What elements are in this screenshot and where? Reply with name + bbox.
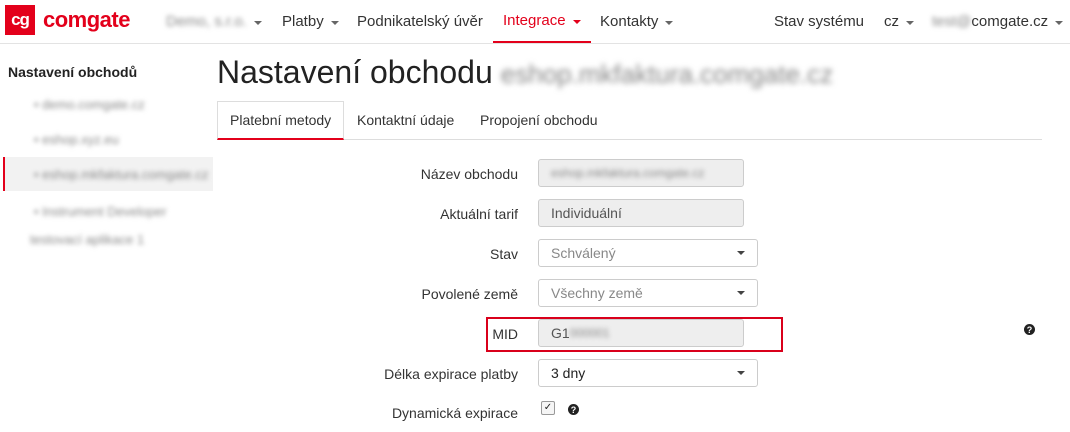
nav-platby[interactable]: Platby: [282, 0, 339, 43]
sidebar-active-indicator: [3, 157, 5, 191]
sidebar-item-shop-2[interactable]: • eshop.xyz.eu: [34, 132, 119, 147]
user-domain: comgate.cz: [971, 13, 1049, 30]
mid-label: MID: [492, 326, 518, 342]
page-title-shop: eshop.mkfaktura.comgate.cz: [500, 59, 834, 89]
company-menu[interactable]: Demo, s.r.o.: [166, 0, 262, 43]
sidebar-item-shop-3[interactable]: • eshop.mkfaktura.comgate.cz: [34, 167, 208, 182]
shop-name-label: Název obchodu: [420, 166, 518, 182]
chevron-down-icon: [737, 371, 745, 375]
state-label: Stav: [489, 246, 518, 262]
nav-label: Platby: [282, 13, 324, 30]
dynamic-expiry-help-icon[interactable]: ?: [568, 404, 579, 415]
tab-payment-methods[interactable]: Platební metody: [217, 101, 345, 140]
tariff-value: Individuální: [551, 205, 622, 221]
logo-text: comgate: [43, 7, 130, 32]
chevron-down-icon: [737, 291, 745, 295]
page-title: Nastavení obchodu eshop.mkfaktura.comgate…: [217, 54, 833, 91]
mid-help-icon[interactable]: ?: [1024, 324, 1035, 335]
nav-integrace[interactable]: Integrace: [493, 0, 591, 43]
logo-mark: cg: [5, 5, 35, 35]
mid-field: G1 000001: [538, 319, 744, 347]
system-status-link[interactable]: Stav systému: [774, 0, 864, 43]
chevron-down-icon: [737, 251, 745, 255]
dynamic-expiry-label: Dynamická expirace: [391, 405, 518, 421]
language-menu[interactable]: cz: [884, 0, 914, 43]
nav-podnikatelsky-uver[interactable]: Podnikatelský úvěr: [357, 0, 483, 43]
chevron-down-icon: [665, 20, 674, 25]
page-title-text: Nastavení obchodu: [217, 54, 493, 90]
sidebar-item-shop-4-line2: testovací aplikace 1: [30, 232, 145, 247]
mid-hidden: 000001: [569, 326, 610, 340]
expiry-label: Délka expirace platby: [384, 366, 518, 382]
nav-label: Integrace: [503, 12, 566, 29]
state-value: Schválený: [551, 245, 616, 261]
tariff-field: Individuální: [538, 199, 744, 227]
dynamic-expiry-checkbox[interactable]: ✓: [541, 401, 555, 415]
tab-contact-details[interactable]: Kontaktní údaje: [345, 101, 466, 139]
chevron-down-icon: [253, 20, 262, 25]
chevron-down-icon: [906, 20, 914, 25]
sidebar-item-shop-1[interactable]: • demo.comgate.cz: [34, 97, 145, 112]
top-navbar: cg comgate Demo, s.r.o. Platby Podnikate…: [0, 0, 1070, 44]
nav-label: Stav systému: [774, 13, 865, 30]
mid-prefix: G1: [551, 325, 570, 341]
user-prefix: test@: [932, 13, 972, 30]
sidebar-item-shop-4[interactable]: • Instrument Developer: [34, 204, 166, 219]
state-select[interactable]: Schválený: [538, 239, 758, 267]
comgate-logo[interactable]: cg comgate: [5, 5, 130, 35]
tariff-label: Aktuální tarif: [440, 206, 518, 222]
expiry-select[interactable]: 3 dny: [538, 359, 758, 387]
nav-label: Kontakty: [600, 13, 659, 30]
countries-label: Povolené země: [421, 286, 518, 302]
chevron-down-icon: [1055, 20, 1064, 25]
shop-name-field: eshop.mkfaktura.comgate.cz: [538, 159, 744, 187]
sidebar-title: Nastavení obchodů: [8, 64, 138, 80]
countries-value: Všechny země: [551, 285, 643, 301]
tab-shop-connection[interactable]: Propojení obchodu: [468, 101, 610, 139]
language-label: cz: [884, 13, 899, 30]
user-menu[interactable]: test@ comgate.cz: [932, 0, 1064, 43]
chevron-down-icon: [330, 20, 339, 25]
chevron-down-icon: [572, 19, 581, 24]
nav-kontakty[interactable]: Kontakty: [600, 0, 674, 43]
shop-name-value: eshop.mkfaktura.comgate.cz: [551, 166, 705, 180]
tab-bar: Platební metody Kontaktní údaje Propojen…: [217, 101, 1042, 140]
nav-label: Podnikatelský úvěr: [357, 13, 483, 30]
company-name: Demo, s.r.o.: [166, 13, 247, 30]
countries-select[interactable]: Všechny země: [538, 279, 758, 307]
expiry-value: 3 dny: [551, 365, 586, 381]
